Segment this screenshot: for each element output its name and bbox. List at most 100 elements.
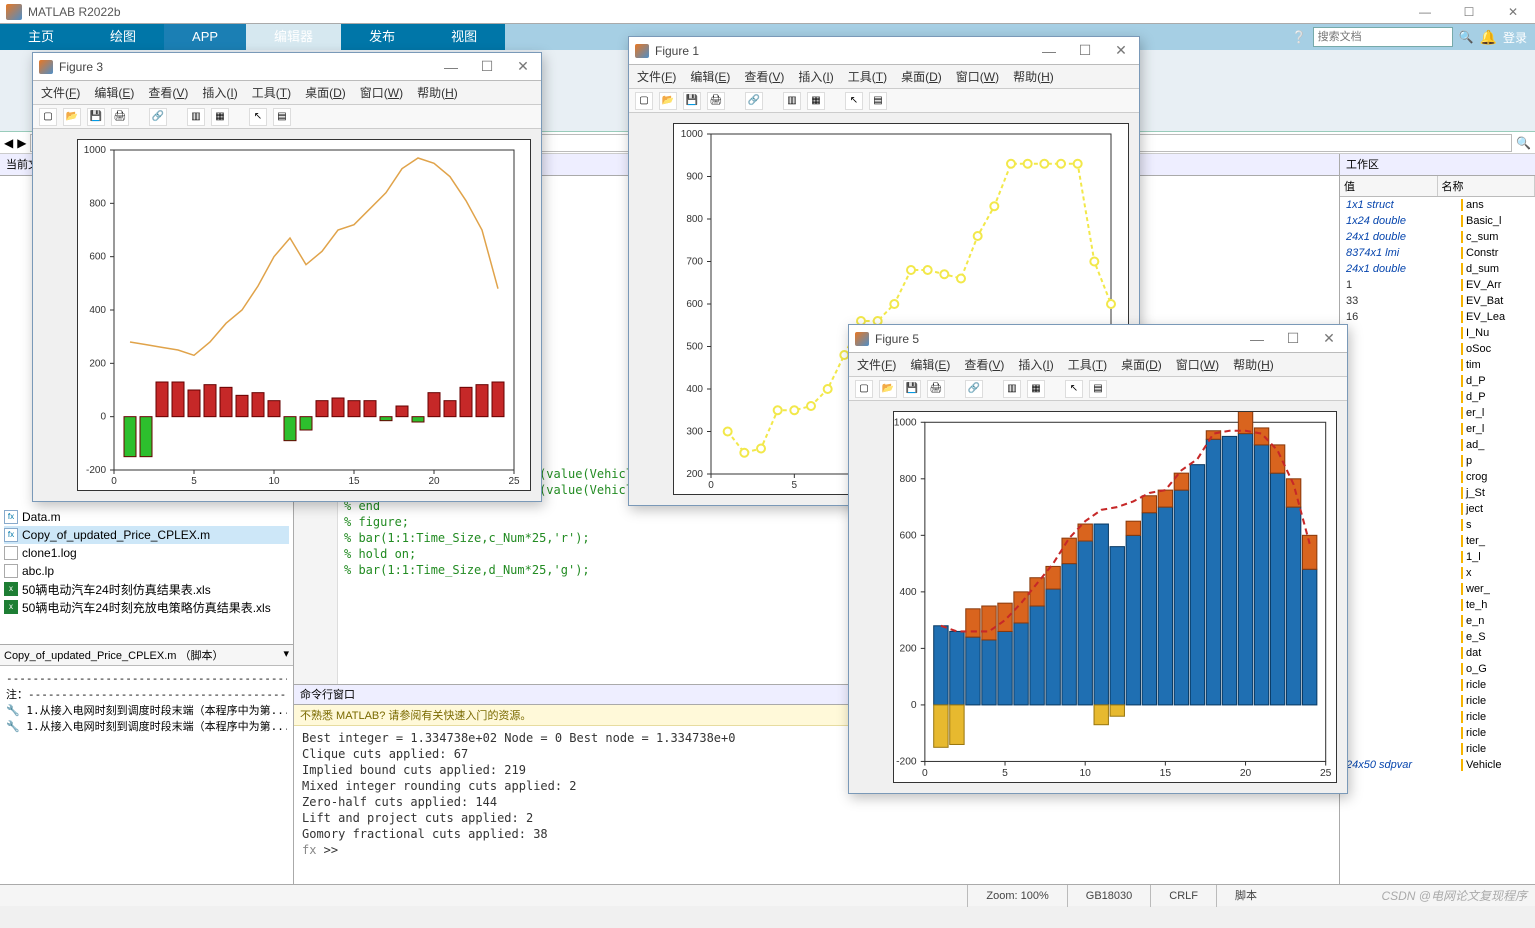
open-icon[interactable]: 📂 [879,380,897,398]
workspace-row[interactable]: j_St [1340,485,1535,501]
doc-search-input[interactable] [1313,27,1453,47]
fwd-icon[interactable]: ▶ [17,136,26,150]
open-icon[interactable]: 📂 [63,108,81,126]
figure-menu-item[interactable]: 桌面(D) [1121,356,1162,373]
workspace-row[interactable]: p [1340,453,1535,469]
workspace-row[interactable]: ter_ [1340,533,1535,549]
figure-menu-item[interactable]: 编辑(E) [94,84,134,101]
file-item[interactable]: abc.lp [4,562,289,580]
login-link[interactable]: 登录 [1503,29,1527,46]
workspace-row[interactable]: ricle [1340,709,1535,725]
workspace-row[interactable]: e_n [1340,613,1535,629]
workspace-row[interactable]: wer_ [1340,581,1535,597]
tab-plot[interactable]: 绘图 [82,24,164,50]
figure-menu-item[interactable]: 编辑(E) [690,68,730,85]
figure-menu-item[interactable]: 帮助(H) [1233,356,1274,373]
workspace-row[interactable]: ricle [1340,741,1535,757]
figure-menu-item[interactable]: 查看(V) [148,84,188,101]
quickstart-link[interactable]: 快速入门 [443,710,487,722]
workspace-row[interactable]: x [1340,565,1535,581]
workspace-row[interactable]: 1x1 structans [1340,197,1535,213]
search-icon[interactable]: 🔍 [1459,30,1474,44]
workspace-row[interactable]: ricle [1340,693,1535,709]
workspace-row[interactable]: dat [1340,645,1535,661]
workspace-row[interactable]: 24x1 doubled_sum [1340,261,1535,277]
workspace-row[interactable]: d_P [1340,373,1535,389]
figure-menu-item[interactable]: 工具(T) [252,84,291,101]
workspace-row[interactable]: te_h [1340,597,1535,613]
figure3-window[interactable]: Figure 3 — ☐ ✕ 文件(F)编辑(E)查看(V)插入(I)工具(T)… [32,52,542,502]
figure-menu-item[interactable]: 窗口(W) [956,68,999,85]
figure5-axes[interactable]: 0510152025-20002004006008001000 [893,411,1337,783]
print-icon[interactable]: 🖨 [111,108,129,126]
print-icon[interactable]: 🖨 [707,92,725,110]
tab-editor[interactable]: 编辑器 [246,24,341,50]
file-item[interactable]: x50辆电动汽车24时刻充放电策略仿真结果表.xls [4,598,289,616]
grid-icon[interactable]: ▦ [211,108,229,126]
grid-icon[interactable]: ▦ [1027,380,1045,398]
workspace-row[interactable]: er_l [1340,405,1535,421]
back-icon[interactable]: ◀ [4,136,13,150]
workspace-row[interactable]: o_G [1340,661,1535,677]
pointer-icon[interactable]: ↖ [1065,380,1083,398]
figure-menu-item[interactable]: 插入(I) [202,84,237,101]
figure5-window[interactable]: Figure 5 — ☐ ✕ 文件(F)编辑(E)查看(V)插入(I)工具(T)… [848,324,1348,794]
workspace-row[interactable]: s [1340,517,1535,533]
inspect-icon[interactable]: ▤ [273,108,291,126]
figure-menu-item[interactable]: 文件(F) [637,68,676,85]
figure-menu-item[interactable]: 插入(I) [798,68,833,85]
figure-menu-item[interactable]: 工具(T) [1068,356,1107,373]
figure-menu-item[interactable]: 窗口(W) [1176,356,1219,373]
notification-bell-icon[interactable]: 🔔 [1480,29,1497,46]
pointer-icon[interactable]: ↖ [845,92,863,110]
file-item[interactable]: x50辆电动汽车24时刻仿真结果表.xls [4,580,289,598]
figure-menu-item[interactable]: 插入(I) [1018,356,1053,373]
close-button[interactable]: ✕ [1311,330,1347,347]
workspace-row[interactable]: er_l [1340,421,1535,437]
figure-menu-item[interactable]: 查看(V) [964,356,1004,373]
workspace-row[interactable]: 1EV_Arr [1340,277,1535,293]
inspect-icon[interactable]: ▤ [1089,380,1107,398]
workspace-row[interactable]: ricle [1340,725,1535,741]
search-icon[interactable]: 🔍 [1516,136,1531,150]
minimize-button[interactable]: — [1031,43,1067,59]
grid-icon[interactable]: ▦ [807,92,825,110]
file-item[interactable]: fxData.m [4,508,289,526]
close-button[interactable]: ✕ [505,58,541,75]
col-name[interactable]: 名称 [1438,176,1535,196]
maximize-button[interactable]: ☐ [469,58,505,75]
file-item[interactable]: fxCopy_of_updated_Price_CPLEX.m [4,526,289,544]
rotate-icon[interactable]: ▥ [783,92,801,110]
figure-menu-item[interactable]: 帮助(H) [417,84,458,101]
rotate-icon[interactable]: ▥ [187,108,205,126]
workspace-row[interactable]: e_S [1340,629,1535,645]
workspace-row[interactable]: 1x24 doubleBasic_l [1340,213,1535,229]
workspace-row[interactable]: 24x50 sdpvarVehicle [1340,757,1535,773]
new-icon[interactable]: ▢ [635,92,653,110]
workspace-row[interactable]: ricle [1340,677,1535,693]
help-icon[interactable]: ❔ [1292,30,1307,44]
workspace-row[interactable]: ject [1340,501,1535,517]
minimize-button[interactable]: — [1239,331,1275,347]
figure-menu-item[interactable]: 窗口(W) [360,84,403,101]
pointer-icon[interactable]: ↖ [249,108,267,126]
dropdown-icon[interactable]: ▾ [283,647,289,663]
figure-menu-item[interactable]: 桌面(D) [901,68,942,85]
workspace-row[interactable]: d_P [1340,389,1535,405]
tab-app[interactable]: APP [164,24,246,50]
minimize-button[interactable]: — [1403,0,1447,24]
figure3-axes[interactable]: 0510152025-20002004006008001000 [77,139,531,491]
link-icon[interactable]: 🔗 [965,380,983,398]
inspect-icon[interactable]: ▤ [869,92,887,110]
workspace-row[interactable]: 16EV_Lea [1340,309,1535,325]
minimize-button[interactable]: — [433,59,469,75]
maximize-button[interactable]: ☐ [1067,42,1103,59]
workspace-row[interactable]: 1_l [1340,549,1535,565]
link-icon[interactable]: 🔗 [149,108,167,126]
tab-home[interactable]: 主页 [0,24,82,50]
workspace-row[interactable]: 33EV_Bat [1340,293,1535,309]
figure-menu-item[interactable]: 文件(F) [857,356,896,373]
new-icon[interactable]: ▢ [855,380,873,398]
figure-menu-item[interactable]: 文件(F) [41,84,80,101]
workspace-row[interactable]: crog [1340,469,1535,485]
